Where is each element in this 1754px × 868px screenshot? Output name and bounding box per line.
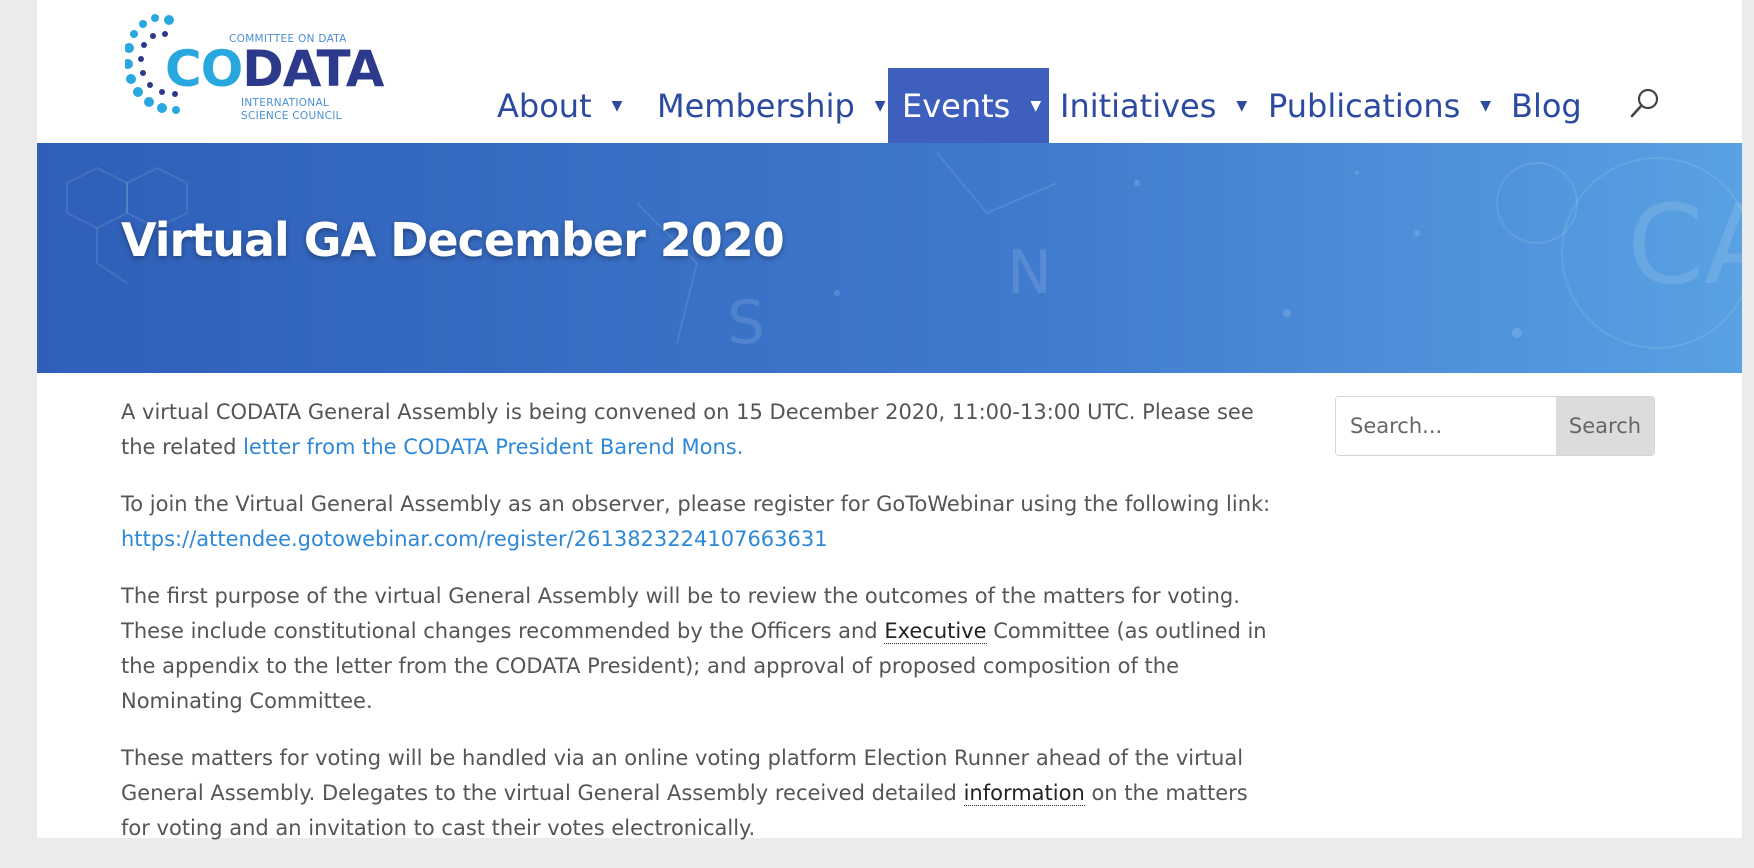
page: COMMITTEE ON DATA CODATA INTERNATIONAL S…	[37, 0, 1742, 840]
gotowebinar-register-link[interactable]: https://attendee.gotowebinar.com/registe…	[121, 527, 828, 551]
nav-item-events[interactable]: Events ▼	[888, 68, 1049, 143]
caret-down-icon: ▼	[1480, 97, 1492, 114]
nav-label: Membership	[657, 86, 855, 125]
caret-down-icon: ▼	[611, 97, 623, 114]
information-glossary-link[interactable]: information	[963, 781, 1085, 806]
nav-label: Events	[902, 86, 1011, 125]
svg-text:CA: CA	[1627, 181, 1742, 309]
logo-wordmark: CODATA	[165, 44, 384, 94]
search-icon[interactable]	[1627, 86, 1663, 122]
caret-down-icon: ▼	[1236, 97, 1248, 114]
nav-item-about[interactable]: About ▼	[497, 68, 622, 143]
nav-label: Initiatives	[1060, 86, 1217, 125]
nav-label: About	[497, 86, 592, 125]
page-title: Virtual GA December 2020	[121, 213, 785, 267]
nav-label: Publications	[1268, 86, 1461, 125]
sidebar-search-widget: Search	[1335, 396, 1655, 456]
president-letter-link[interactable]: letter from the CODATA President Barend …	[243, 435, 743, 459]
nav-item-blog[interactable]: Blog	[1511, 68, 1582, 143]
codata-logo[interactable]: COMMITTEE ON DATA CODATA INTERNATIONAL S…	[125, 12, 425, 132]
sidebar-search-input[interactable]	[1336, 397, 1556, 455]
paragraph-purpose: The first purpose of the virtual General…	[121, 579, 1271, 719]
nav-item-publications[interactable]: Publications ▼	[1268, 68, 1491, 143]
nav-item-membership[interactable]: Membership ▼	[657, 68, 886, 143]
svg-text:S: S	[727, 288, 765, 358]
nav-item-initiatives[interactable]: Initiatives ▼	[1060, 68, 1247, 143]
logo-co: CO	[165, 40, 243, 98]
executive-glossary-link[interactable]: Executive	[884, 619, 987, 644]
logo-data: DATA	[242, 40, 384, 98]
caret-down-icon: ▼	[1030, 97, 1042, 114]
logo-subtitle-line2: SCIENCE COUNCIL	[241, 110, 342, 122]
site-header: COMMITTEE ON DATA CODATA INTERNATIONAL S…	[37, 0, 1742, 143]
logo-subtitle-line1: INTERNATIONAL	[241, 97, 330, 109]
logo-subtitle: INTERNATIONAL SCIENCE COUNCIL	[241, 97, 342, 123]
svg-text:N: N	[1007, 238, 1052, 308]
paragraph-text: To join the Virtual General Assembly as …	[121, 492, 1271, 516]
paragraph-voting: These matters for voting will be handled…	[121, 741, 1271, 846]
paragraph-registration: To join the Virtual General Assembly as …	[121, 487, 1271, 557]
paragraph-intro: A virtual CODATA General Assembly is bei…	[121, 395, 1271, 465]
sidebar-search-button[interactable]: Search	[1556, 397, 1654, 455]
nav-label: Blog	[1511, 86, 1582, 125]
article-content: A virtual CODATA General Assembly is bei…	[121, 395, 1271, 868]
hero-banner: N S CA Virtual GA December 2020	[37, 143, 1742, 373]
caret-down-icon: ▼	[874, 97, 886, 114]
